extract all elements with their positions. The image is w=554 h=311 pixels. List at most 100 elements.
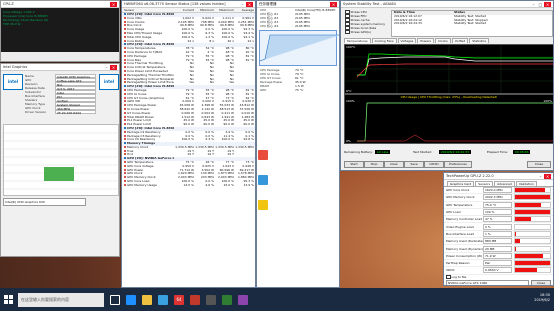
- cpuz-titlebar[interactable]: CPU-Z ×: [1, 1, 119, 8]
- system-tray-clock[interactable]: 16:30 2019/6/2: [534, 293, 550, 303]
- edge-icon[interactable]: [126, 294, 136, 305]
- gpuz-sensor-row: GPU Load 100 %: [444, 209, 553, 217]
- sensor-row[interactable]: GPU Memory Usage 14.5 % 4.6 % 15.0 % 13.9 %: [122, 183, 255, 188]
- hwinfo-taskbar-icon[interactable]: 64: [174, 294, 184, 305]
- close-icon[interactable]: ×: [330, 1, 337, 7]
- sensor-icon: [124, 107, 126, 110]
- sensor-label: IA Cores Power: [127, 107, 150, 111]
- graph-tab[interactable]: Temperatures: [344, 38, 371, 43]
- gpuz-tab[interactable]: Validation: [515, 181, 537, 186]
- gpuz-footer: NVIDIA GeForce GTX 1060 Close: [444, 279, 553, 285]
- sensor-icon: [124, 111, 126, 114]
- clear-button[interactable]: Clear: [384, 161, 404, 168]
- close-button[interactable]: Close: [527, 161, 551, 168]
- graph-tab[interactable]: Statistics: [469, 38, 490, 43]
- close-icon[interactable]: ×: [246, 1, 253, 7]
- cpuz-taskbar-icon[interactable]: [206, 294, 216, 305]
- col-minimum[interactable]: Minimum: [194, 8, 214, 12]
- status-table: Date & Time Status 2019/6/2 16:12:07 Stab…: [391, 10, 553, 37]
- hwinfo-titlebar[interactable]: HWiNFO64 v6.06-3770 Sensor Status [138 v…: [122, 1, 255, 8]
- gpuinfo-detail-lines: [4, 132, 118, 190]
- sensor-label: GPU Core Load: [127, 180, 150, 184]
- checkbox[interactable]: [345, 29, 350, 35]
- cpuz-title: CPU-Z: [3, 2, 14, 6]
- col-sensor[interactable]: Sensor: [122, 8, 174, 12]
- stress-option[interactable]: Stress GPU(s): [345, 29, 389, 35]
- hwinfo-sensor-list[interactable]: CPU [#0]: Intel Core i5-8300H Core VIDs 1.…: [122, 13, 255, 188]
- tm-titlebar[interactable]: 任务管理器 ×: [257, 1, 339, 8]
- tm-clock-row: CPU 核心 #4 2195 MHz: [257, 24, 339, 28]
- elapsed-value: 00:05:46: [513, 150, 531, 154]
- cpuid-button[interactable]: CPUID: [424, 161, 444, 168]
- close-icon[interactable]: ×: [110, 64, 117, 70]
- ast-titlebar[interactable]: System Stability Test - AIDA64 – □ ×: [341, 1, 553, 8]
- graph-tab[interactable]: Voltages: [397, 38, 417, 43]
- gpuz-tab[interactable]: Advanced: [494, 181, 515, 186]
- col-maximum[interactable]: Maximum: [214, 8, 234, 12]
- aida64-taskbar-icon[interactable]: [190, 294, 200, 305]
- gpuz-titlebar[interactable]: TechPowerUp GPU-Z 2.22.0 – ×: [444, 173, 553, 180]
- sensor-label: Core VIDs: [127, 16, 142, 20]
- close-icon[interactable]: ×: [544, 1, 551, 7]
- start-button[interactable]: Start: [344, 161, 364, 168]
- gpuinfo-field-label: Driver Version: [25, 110, 47, 114]
- sensor-label: GPU Temperature: [127, 161, 154, 165]
- col-average[interactable]: Average: [234, 8, 254, 12]
- gpuz-sensor-row: Bus Interface Load 1 %: [444, 230, 553, 239]
- stress-option-label: Stress GPU(s): [350, 30, 371, 34]
- sensor-value: 90.0 W: [203, 123, 214, 127]
- sensor-label: Core Usage: [127, 28, 145, 32]
- col-current[interactable]: Current: [174, 8, 194, 12]
- save-button[interactable]: Save: [404, 161, 424, 168]
- sensor-label: Package/Ring Power Limit Exceeded: [127, 81, 174, 85]
- minimize-icon[interactable]: –: [239, 2, 246, 7]
- minimize-icon[interactable]: –: [537, 174, 544, 179]
- desktop-app-icon[interactable]: [258, 175, 268, 185]
- status-datetime: 2019/6/2 16:24:33: [394, 22, 422, 26]
- stop-button[interactable]: Stop: [364, 161, 384, 168]
- close-icon[interactable]: ×: [544, 173, 551, 179]
- sensor-label: Package C3 Residency: [127, 134, 161, 138]
- sensor-label: Core Critical Temperature: [127, 66, 166, 70]
- minimize-icon[interactable]: –: [530, 2, 537, 7]
- cpu-usage-graph-lines: [357, 102, 553, 142]
- gpu-select[interactable]: Intel(R) UHD Graphics 630: [3, 198, 86, 206]
- gpuz-tab[interactable]: Sensors: [475, 181, 494, 186]
- minimize-icon[interactable]: –: [103, 65, 110, 70]
- taskbar-search-input[interactable]: 在这里输入你要搜索的内容: [18, 292, 104, 307]
- sensor-icon: [124, 92, 126, 95]
- gpuz-sensor-bar: [514, 245, 551, 252]
- gpuinfo-titlebar[interactable]: Intel Graphics – ×: [1, 64, 119, 71]
- tm-metric-label: GPU: [260, 88, 267, 92]
- app-taskbar-icon[interactable]: [238, 294, 248, 305]
- file-explorer-icon[interactable]: [142, 294, 152, 305]
- sensor-icon: [124, 149, 126, 152]
- graph-tab[interactable]: Clocks: [435, 38, 451, 43]
- task-view-icon[interactable]: [110, 294, 120, 305]
- desktop-app-icon[interactable]: [258, 200, 268, 210]
- close-icon[interactable]: ×: [110, 1, 117, 7]
- gpuz-sensor-bar: [514, 223, 551, 230]
- gpuz-sensor-label: Bus Interface Load: [446, 231, 475, 236]
- store-icon[interactable]: [158, 294, 168, 305]
- chip-icon: [124, 157, 126, 160]
- maximize-icon[interactable]: □: [537, 2, 544, 7]
- start-button[interactable]: [0, 292, 16, 308]
- gpuz-sensor-bar: [514, 216, 551, 223]
- graph-tab[interactable]: Cooling Fans: [371, 38, 397, 43]
- gpuz-close-button[interactable]: Close: [531, 279, 551, 285]
- gpuz-taskbar-icon[interactable]: [222, 294, 232, 305]
- graph-tab[interactable]: Unified: [451, 38, 469, 43]
- sensor-value: 92.8 %: [243, 138, 254, 142]
- preferences-button[interactable]: Preferences: [444, 161, 472, 168]
- graph2-value: 100%: [543, 99, 552, 103]
- sensor-icon: [124, 130, 126, 133]
- gpu-select[interactable]: NVIDIA GeForce GTX 1060: [446, 279, 529, 285]
- gpuz-tab[interactable]: Graphics Card: [447, 181, 475, 186]
- tm-clock-value: 2195 MHz: [295, 24, 311, 28]
- desktop-app-icon[interactable]: [258, 150, 268, 160]
- graph-tab[interactable]: Powers: [417, 38, 434, 43]
- sensor-icon: [124, 20, 126, 23]
- sensor-icon: [124, 168, 126, 171]
- sensor-label: PL2 Power Limit: [127, 123, 151, 127]
